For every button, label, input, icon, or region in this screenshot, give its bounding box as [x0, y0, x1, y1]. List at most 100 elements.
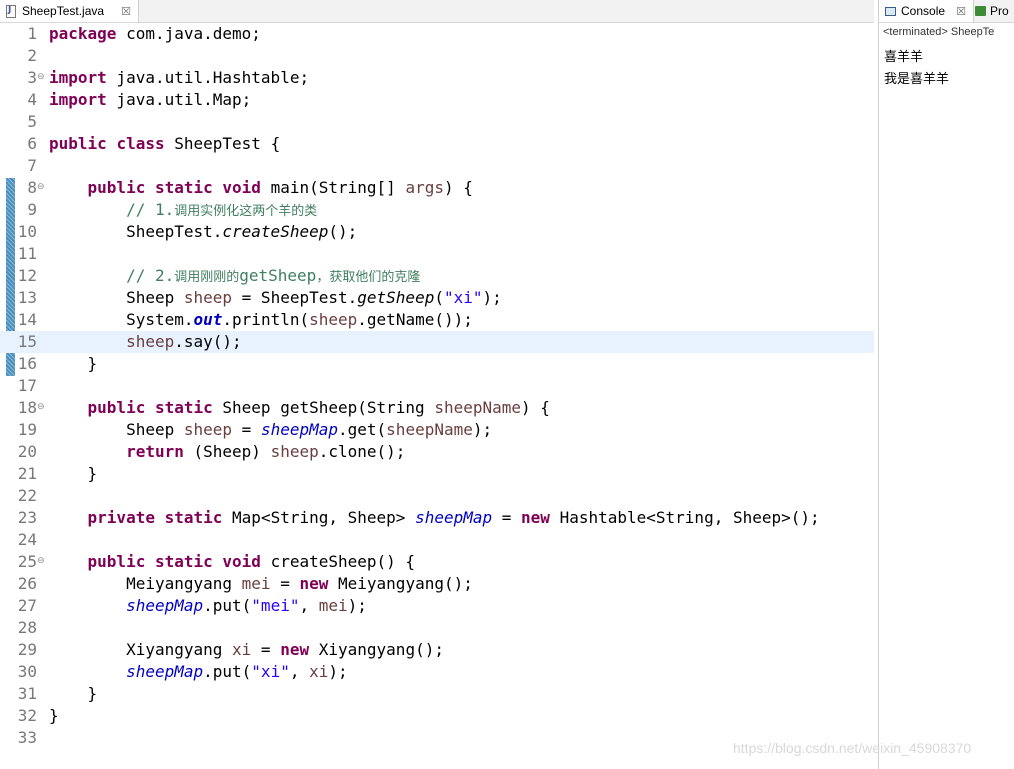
- close-icon[interactable]: ☒: [956, 5, 966, 18]
- line-number: 5: [27, 112, 37, 131]
- code-text: Meiyangyang mei = new Meiyangyang();: [49, 574, 473, 593]
- line-number: 4: [27, 90, 37, 109]
- line-number: 3: [27, 68, 37, 87]
- code-line[interactable]: 31 }: [0, 683, 874, 705]
- code-line[interactable]: 7: [0, 155, 874, 177]
- line-number: 2: [27, 46, 37, 65]
- line-number: 1: [27, 24, 37, 43]
- code-text: SheepTest.createSheep();: [49, 222, 358, 241]
- tab-problems[interactable]: Pro: [975, 0, 1009, 22]
- line-number: 33: [17, 728, 37, 747]
- code-line[interactable]: 5: [0, 111, 874, 133]
- code-line[interactable]: 2: [0, 45, 874, 67]
- editor-tab-title: SheepTest.java: [22, 4, 105, 18]
- watermark: https://blog.csdn.net/weixin_45908370: [733, 740, 972, 756]
- line-number: 25: [17, 552, 37, 571]
- code-text: Sheep sheep = SheepTest.getSheep("xi");: [49, 288, 502, 307]
- fold-toggle-icon[interactable]: ⊖: [37, 182, 45, 193]
- code-text: package com.java.demo;: [49, 24, 261, 43]
- code-line[interactable]: 15 sheep.say();: [0, 331, 874, 353]
- line-number: 12: [17, 266, 37, 285]
- line-number: 19: [17, 420, 37, 439]
- line-number: 27: [17, 596, 37, 615]
- code-line[interactable]: 25 ⊖ public static void createSheep() {: [0, 551, 874, 573]
- code-text: sheep.say();: [126, 332, 242, 351]
- line-number: 30: [17, 662, 37, 681]
- line-number: 22: [17, 486, 37, 505]
- editor-tab-sheeptest[interactable]: SheepTest.java ☒: [0, 0, 139, 22]
- line-number: 10: [17, 222, 37, 241]
- line-number: 26: [17, 574, 37, 593]
- code-text: }: [49, 354, 98, 373]
- code-line[interactable]: 17: [0, 375, 874, 397]
- line-number: 31: [17, 684, 37, 703]
- code-line[interactable]: 20 return (Sheep) sheep.clone();: [0, 441, 874, 463]
- code-text: Sheep sheep = sheepMap.get(sheepName);: [49, 420, 493, 439]
- line-number: 18: [17, 398, 37, 417]
- code-line[interactable]: 32}: [0, 705, 874, 727]
- line-number: 24: [17, 530, 37, 549]
- line-number: 16: [17, 354, 37, 373]
- code-line[interactable]: 3 ⊖ import java.util.Hashtable;: [0, 67, 874, 89]
- code-line[interactable]: 24: [0, 529, 874, 551]
- code-text: public static Sheep getSheep(String shee…: [87, 398, 550, 417]
- console-tab-label: Console: [901, 4, 946, 18]
- code-line[interactable]: 28: [0, 617, 874, 639]
- fold-toggle-icon[interactable]: ⊖: [37, 556, 45, 567]
- code-line[interactable]: 26 Meiyangyang mei = new Meiyangyang();: [0, 573, 874, 595]
- console-output-line: 喜羊羊: [884, 50, 924, 65]
- code-line[interactable]: 19 Sheep sheep = sheepMap.get(sheepName)…: [0, 419, 874, 441]
- code-line[interactable]: 10 SheepTest.createSheep();: [0, 221, 874, 243]
- code-editor[interactable]: SheepTest.java ☒ 1 package com.java.demo;…: [0, 0, 874, 769]
- code-line[interactable]: 22: [0, 485, 874, 507]
- code-area[interactable]: 1 package com.java.demo; 2 3 ⊖ import java.ut…: [0, 23, 874, 769]
- code-line[interactable]: 23 private static Map<String, Sheep> she…: [0, 507, 874, 529]
- close-icon[interactable]: ☒: [121, 5, 131, 18]
- problems-icon: [975, 6, 986, 16]
- code-line[interactable]: 21 }: [0, 463, 874, 485]
- code-text: return (Sheep) sheep.clone();: [126, 442, 406, 461]
- code-line[interactable]: 9 // 1.调用实例化这两个羊的类: [0, 199, 874, 221]
- line-number: 32: [17, 706, 37, 725]
- code-line[interactable]: 30 sheepMap.put("xi", xi);: [0, 661, 874, 683]
- fold-toggle-icon[interactable]: ⊖: [37, 72, 45, 83]
- code-line[interactable]: 16 }: [0, 353, 874, 375]
- console-tab-bar: Console ☒ Pro: [879, 0, 1014, 23]
- line-number: 20: [17, 442, 37, 461]
- code-text: public static void createSheep() {: [87, 552, 416, 571]
- code-text: }: [49, 684, 98, 703]
- line-number: 14: [17, 310, 37, 329]
- code-line[interactable]: 13 Sheep sheep = SheepTest.getSheep("xi"…: [0, 287, 874, 309]
- code-line[interactable]: 8 ⊖ public static void main(String[] args…: [0, 177, 874, 199]
- code-line[interactable]: 6 public class SheepTest {: [0, 133, 874, 155]
- code-text: sheepMap.put("xi", xi);: [126, 662, 348, 681]
- problems-tab-label: Pro: [990, 4, 1009, 18]
- line-number: 11: [17, 244, 37, 263]
- tab-console[interactable]: Console ☒: [879, 0, 974, 22]
- code-text: public class SheepTest {: [49, 134, 281, 153]
- line-number: 9: [27, 200, 37, 219]
- code-line[interactable]: 4 import java.util.Map;: [0, 89, 874, 111]
- console-output-line: 我是喜羊羊: [884, 72, 950, 87]
- line-number: 15: [17, 332, 37, 351]
- code-line[interactable]: 12 // 2.调用刚刚的getSheep，获取他们的克隆: [0, 265, 874, 287]
- fold-toggle-icon[interactable]: ⊖: [37, 402, 45, 413]
- code-line[interactable]: 27 sheepMap.put("mei", mei);: [0, 595, 874, 617]
- code-line[interactable]: 29 Xiyangyang xi = new Xiyangyang();: [0, 639, 874, 661]
- code-line[interactable]: 14 System.out.println(sheep.getName());: [0, 309, 874, 331]
- code-text: import java.util.Map;: [49, 90, 252, 109]
- code-line[interactable]: 1 package com.java.demo;: [0, 23, 874, 45]
- code-text: Xiyangyang xi = new Xiyangyang();: [49, 640, 444, 659]
- line-number: 21: [17, 464, 37, 483]
- line-number: 6: [27, 134, 37, 153]
- java-file-icon: [6, 4, 16, 18]
- editor-tab-bar: SheepTest.java ☒: [0, 0, 874, 23]
- code-line[interactable]: 18 ⊖ public static Sheep getSheep(String …: [0, 397, 874, 419]
- code-text: private static Map<String, Sheep> sheepM…: [87, 508, 820, 527]
- line-number: 8: [27, 178, 37, 197]
- console-view[interactable]: Console ☒ Pro <terminated> SheepTe 喜羊羊 我…: [878, 0, 1014, 769]
- line-number: 17: [17, 376, 37, 395]
- code-text: public static void main(String[] args) {: [87, 178, 473, 197]
- line-number: 23: [17, 508, 37, 527]
- code-line[interactable]: 11: [0, 243, 874, 265]
